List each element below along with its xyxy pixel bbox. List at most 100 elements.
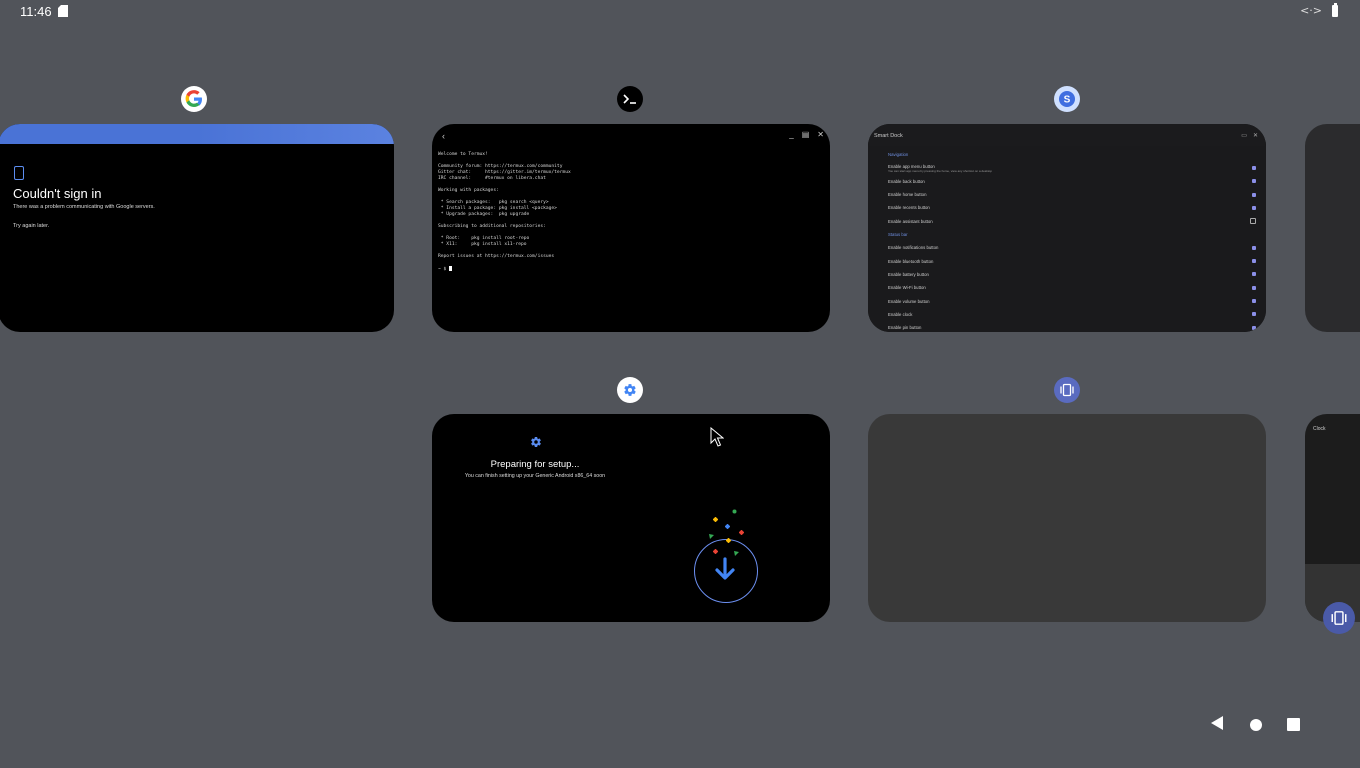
setup-title: Preparing for setup... xyxy=(490,459,580,470)
settings-row-label: Enable home button xyxy=(888,192,927,198)
settings-checkbox[interactable] xyxy=(1252,179,1256,184)
settings-row[interactable]: Enable bluetooth button xyxy=(888,254,1256,268)
maximize-icon[interactable]: ▤ xyxy=(802,130,810,139)
confetti-icon xyxy=(739,530,744,535)
settings-row[interactable]: Enable home button xyxy=(888,188,1256,202)
settings-row-label: Status bar xyxy=(888,232,908,238)
minimize-icon[interactable]: _ xyxy=(789,130,793,139)
split-screen-button[interactable] xyxy=(1323,602,1355,634)
settings-row[interactable]: Enable pin button xyxy=(888,321,1256,332)
window-stack-icon xyxy=(1060,383,1074,397)
settings-checkbox[interactable] xyxy=(1252,245,1256,250)
settings-row[interactable]: Enable Wi-Fi button xyxy=(888,281,1256,295)
window-controls: _ ▤ ✕ xyxy=(789,130,824,139)
download-arrow-icon xyxy=(715,557,735,580)
settings-row[interactable]: Enable app menu button You can start app … xyxy=(888,161,1256,175)
nav-home-button[interactable] xyxy=(1250,719,1262,731)
smart-dock-title: Smart Dock xyxy=(874,133,903,139)
close-icon[interactable]: ✕ xyxy=(817,130,824,139)
confetti-icon xyxy=(734,551,739,556)
settings-checkbox[interactable] xyxy=(1252,312,1256,317)
settings-row-label: Enable app menu button You can start app … xyxy=(888,163,992,173)
back-arrow-icon[interactable]: ‹ xyxy=(442,131,445,141)
settings-row[interactable]: Enable volume button xyxy=(888,294,1256,308)
settings-row-label: Enable recents button xyxy=(888,205,930,211)
settings-row[interactable]: Enable recents button xyxy=(888,201,1256,215)
settings-checkbox[interactable] xyxy=(1252,299,1256,304)
peek-card-top[interactable] xyxy=(1305,124,1360,332)
settings-checkbox[interactable] xyxy=(1252,285,1256,290)
status-bar: 11:46 <·> xyxy=(0,0,1360,24)
google-signin-card[interactable]: Couldn't sign in There was a problem com… xyxy=(0,124,394,332)
smart-dock-app-icon[interactable]: S xyxy=(1054,86,1080,112)
settings-app-icon[interactable] xyxy=(617,377,643,403)
settings-row-label: Navigation xyxy=(888,152,909,158)
peek-card-bottom[interactable]: Clock xyxy=(1305,414,1360,622)
close-icon[interactable]: ✕ xyxy=(1253,132,1258,139)
restore-icon[interactable]: ▭ xyxy=(1241,132,1247,139)
terminal-app-icon[interactable] xyxy=(617,86,643,112)
signin-error-title: Couldn't sign in xyxy=(13,186,102,201)
phone-icon xyxy=(14,166,24,180)
google-top-bar xyxy=(0,124,394,144)
settings-row-summary: You can start app menu by pressing the h… xyxy=(888,168,992,173)
google-app-icon[interactable] xyxy=(181,86,207,112)
terminal-prompt-icon xyxy=(623,94,636,104)
setup-gear-icon xyxy=(531,437,541,448)
settings-row-label: Enable bluetooth button xyxy=(888,258,934,264)
settings-section-header: Status bar xyxy=(888,228,1256,242)
overview-app-icon[interactable] xyxy=(1054,377,1080,403)
confetti-icon xyxy=(725,524,730,529)
settings-gear-icon xyxy=(624,384,636,396)
terminal-prompt: ~ $ xyxy=(438,267,450,272)
settings-checkbox[interactable] xyxy=(1250,218,1256,225)
window-controls: ▭ ✕ xyxy=(1241,132,1258,139)
confetti-icon xyxy=(709,534,714,539)
settings-checkbox[interactable] xyxy=(1252,166,1256,171)
settings-row-label: Enable back button xyxy=(888,178,925,184)
smart-dock-s-icon: S xyxy=(1059,91,1075,107)
setup-subtitle: You can finish setting up your Generic A… xyxy=(464,473,606,479)
settings-row[interactable]: Enable clock xyxy=(888,308,1256,322)
nav-back-button[interactable] xyxy=(1211,716,1223,730)
settings-row-label: Enable battery button xyxy=(888,271,929,277)
signin-retry-text: Try again later. xyxy=(13,223,50,229)
settings-checkbox[interactable] xyxy=(1252,272,1256,277)
settings-row[interactable]: Enable back button xyxy=(888,175,1256,189)
settings-row-label: Enable assistant button xyxy=(888,218,933,224)
settings-row[interactable]: Enable assistant button xyxy=(888,215,1256,229)
settings-row-label: Enable volume button xyxy=(888,298,930,304)
terminal-line: Report issues at https://termux.com/issu… xyxy=(438,254,555,259)
smart-dock-card[interactable]: Smart Dock ▭ ✕ Navigation Enable app menu… xyxy=(868,124,1266,332)
terminal-card[interactable]: ‹ _ ▤ ✕ Welcome to Termux! Community for… xyxy=(432,124,830,332)
confetti-icon xyxy=(713,549,718,554)
settings-row[interactable]: Enable battery button xyxy=(888,268,1256,282)
ethernet-icon: <·> xyxy=(1300,4,1322,17)
peek-card-label: Clock xyxy=(1313,426,1326,432)
status-clock: 11:46 xyxy=(20,4,52,19)
sd-card-icon xyxy=(58,5,68,17)
terminal-cursor xyxy=(449,266,453,271)
svg-text:S: S xyxy=(1064,95,1071,106)
mouse-pointer-icon xyxy=(710,427,724,447)
confetti-icon xyxy=(713,517,718,522)
settings-row-label: Enable pin button xyxy=(888,325,922,331)
signin-error-message: There was a problem communicating with G… xyxy=(13,204,155,210)
settings-row-label: Enable clock xyxy=(888,311,913,317)
setup-card[interactable]: Preparing for setup... You can finish se… xyxy=(432,414,830,622)
smart-dock-settings-list: Navigation Enable app menu button You can … xyxy=(868,146,1266,332)
settings-checkbox[interactable] xyxy=(1252,192,1256,197)
confetti-icon xyxy=(732,509,737,514)
settings-checkbox[interactable] xyxy=(1252,259,1256,264)
settings-checkbox[interactable] xyxy=(1252,205,1256,210)
smart-dock-titlebar: Smart Dock ▭ ✕ xyxy=(868,124,1266,146)
settings-checkbox[interactable] xyxy=(1252,325,1256,330)
status-icons: <·> xyxy=(1300,2,1338,17)
confetti-icon xyxy=(726,538,731,543)
window-stack-icon xyxy=(1331,611,1347,625)
settings-row[interactable]: Enable notifications button xyxy=(888,241,1256,255)
nav-recents-button[interactable] xyxy=(1287,718,1300,731)
blank-app-card[interactable] xyxy=(868,414,1266,622)
terminal-output: Welcome to Termux! Community forum: http… xyxy=(438,152,571,273)
